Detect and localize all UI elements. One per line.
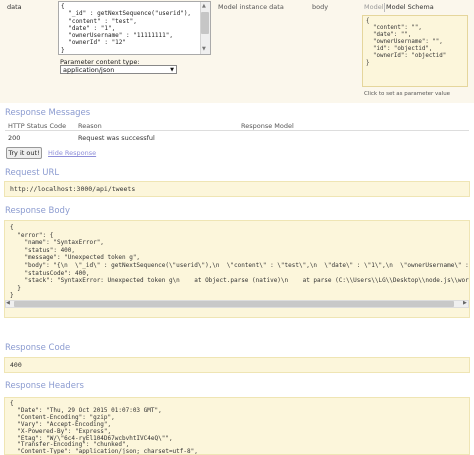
tab-model[interactable]: Model bbox=[364, 3, 384, 11]
schema-hint: Click to set as parameter value bbox=[364, 91, 451, 97]
response-body-scroll-thumb[interactable] bbox=[14, 301, 454, 307]
body-textarea-line: "_id" : getNextSequence("userid"), bbox=[61, 10, 192, 18]
tab-model-schema[interactable]: Model Schema bbox=[386, 3, 434, 11]
response-body-line: "error": { bbox=[10, 231, 54, 239]
body-textarea-line: "ownerUsername" : "11111111", bbox=[61, 32, 173, 40]
hide-response-link[interactable]: Hide Response bbox=[48, 149, 96, 157]
response-code-value: 400 bbox=[4, 357, 470, 373]
response-messages-header: HTTP Status Code Reason Response Model bbox=[5, 122, 469, 131]
parameter-description: Model instance data bbox=[218, 3, 284, 11]
schema-line: "ownerId": "objectid" bbox=[366, 53, 447, 59]
request-url-value: http://localhost:3000/api/tweets bbox=[4, 181, 470, 197]
parameter-name: data bbox=[7, 3, 22, 11]
try-it-out-button[interactable]: Try it out! bbox=[6, 147, 42, 159]
schema-line: "date": "", bbox=[366, 32, 412, 38]
scroll-left-icon[interactable]: ◀ bbox=[6, 300, 10, 306]
textarea-scroll-thumb[interactable] bbox=[201, 12, 209, 34]
response-body-line: "name": "SyntaxError", bbox=[10, 239, 104, 247]
scroll-down-icon[interactable]: ▼ bbox=[202, 46, 206, 52]
column-header-reason: Reason bbox=[78, 122, 102, 130]
scroll-up-icon[interactable]: ▲ bbox=[202, 3, 206, 9]
response-body-line: } bbox=[10, 292, 14, 300]
parameter-type: body bbox=[312, 3, 329, 11]
schema-line: "id": "objectid", bbox=[366, 46, 433, 52]
schema-line: { bbox=[366, 18, 370, 24]
status-code-cell: 200 bbox=[8, 134, 21, 142]
schema-line: "ownerUsername": "", bbox=[366, 39, 443, 45]
table-row: 200 Request was successful bbox=[5, 134, 469, 143]
schema-line: "content": "", bbox=[366, 25, 422, 31]
response-body-line: { bbox=[10, 224, 14, 231]
response-headers-title: Response Headers bbox=[5, 381, 84, 391]
content-type-select[interactable]: application/json ▼ bbox=[60, 65, 177, 74]
column-header-status: HTTP Status Code bbox=[8, 122, 67, 130]
response-body-line: } bbox=[10, 284, 21, 292]
request-url-title: Request URL bbox=[5, 168, 60, 178]
reason-cell: Request was successful bbox=[78, 134, 155, 142]
body-textarea-line: "ownerId" : "12" bbox=[61, 39, 127, 47]
body-textarea-line: "content" : "test", bbox=[61, 17, 137, 25]
response-headers-line: "Content-Type": "application/json; chars… bbox=[10, 448, 198, 455]
column-header-model: Response Model bbox=[241, 122, 294, 130]
chevron-down-icon: ▼ bbox=[170, 67, 174, 73]
body-parameter-textarea[interactable]: { "_id" : getNextSequence("userid"), "co… bbox=[58, 1, 211, 55]
model-schema-snippet[interactable]: { "content": "", "date": "", "ownerUsern… bbox=[362, 15, 468, 87]
body-textarea-line: } bbox=[61, 46, 65, 54]
response-code-title: Response Code bbox=[5, 343, 71, 353]
response-body-line: "status": 400, bbox=[10, 246, 76, 254]
response-messages-title: Response Messages bbox=[5, 108, 91, 118]
tab-divider bbox=[384, 3, 385, 12]
body-textarea-line: { bbox=[61, 3, 65, 10]
body-textarea-line: "date" : "1", bbox=[61, 24, 116, 32]
content-type-value: application/json bbox=[63, 66, 115, 74]
response-headers-code: { "Date": "Thu, 29 Oct 2015 01:07:03 GMT… bbox=[4, 397, 470, 455]
schema-line: } bbox=[366, 60, 370, 66]
response-body-line: "statusCode": 400, bbox=[10, 269, 90, 277]
response-body-line: "message": "Unexpected token g", bbox=[10, 254, 141, 262]
response-body-line: "body": "{\n \"_id\" : getNextSequence(\… bbox=[10, 261, 470, 269]
response-body-title: Response Body bbox=[5, 206, 70, 216]
response-body-line: "stack": "SyntaxError: Unexpected token … bbox=[10, 277, 470, 285]
scroll-right-icon[interactable]: ▶ bbox=[463, 300, 467, 306]
